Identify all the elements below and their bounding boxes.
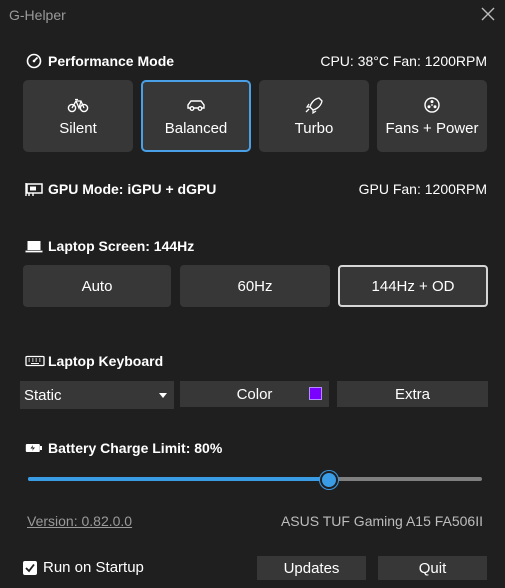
close-icon[interactable] <box>478 4 498 24</box>
chevron-down-icon <box>159 393 167 398</box>
refresh-60hz-button[interactable]: 60Hz <box>180 265 330 307</box>
cpu-status: CPU: 38°C Fan: 1200RPM <box>320 53 487 69</box>
laptop-screen-heading: Laptop Screen: 144Hz <box>25 238 194 254</box>
balanced-label: Balanced <box>164 119 228 137</box>
gpu-fan-status: GPU Fan: 1200RPM <box>358 181 487 197</box>
gpu-mode-title: GPU Mode: iGPU + dGPU <box>48 181 217 197</box>
battery-icon <box>25 440 43 456</box>
slider-thumb[interactable] <box>319 471 338 489</box>
refresh-144hz-od-button[interactable]: 144Hz + OD <box>338 265 488 307</box>
battery-limit-slider[interactable] <box>28 470 482 489</box>
laptop-keyboard-title: Laptop Keyboard <box>48 353 164 369</box>
run-on-startup-label: Run on Startup <box>43 559 144 576</box>
gpu-card-icon <box>25 181 43 197</box>
refresh-auto-button[interactable]: Auto <box>23 265 171 307</box>
checkbox-check-icon[interactable] <box>23 560 37 575</box>
title-bar: G-Helper <box>0 0 505 32</box>
balanced-mode-button[interactable]: Balanced <box>141 80 251 152</box>
device-model: ASUS TUF Gaming A15 FA506II <box>280 513 483 529</box>
keyboard-mode-value: Static <box>24 386 62 404</box>
version-link[interactable]: Version: 0.82.0.0 <box>27 513 132 529</box>
window-title: G-Helper <box>9 7 66 23</box>
silent-label: Silent <box>59 119 97 137</box>
turbo-mode-button[interactable]: Turbo <box>259 80 369 152</box>
fans-power-button[interactable]: Fans + Power <box>377 80 487 152</box>
fans-power-label: Fans + Power <box>385 119 479 137</box>
rocket-icon <box>303 96 325 114</box>
laptop-keyboard-heading: Laptop Keyboard <box>25 353 163 369</box>
gauge-icon <box>25 53 43 69</box>
battery-title: Battery Charge Limit: 80% <box>48 440 223 456</box>
keyboard-mode-select[interactable]: Static <box>20 381 174 409</box>
fan-icon <box>421 96 443 114</box>
keyboard-color-label: Color <box>236 385 273 403</box>
color-swatch <box>309 387 322 400</box>
updates-button[interactable]: Updates <box>257 556 366 580</box>
performance-mode-heading: Performance Mode <box>25 53 174 69</box>
keyboard-color-button[interactable]: Color <box>180 381 329 407</box>
slider-fill <box>28 477 328 481</box>
turbo-label: Turbo <box>294 119 334 137</box>
run-on-startup-checkbox[interactable]: Run on Startup <box>23 559 144 576</box>
laptop-screen-title: Laptop Screen: 144Hz <box>48 238 195 254</box>
gpu-mode-heading: GPU Mode: iGPU + dGPU <box>25 181 216 197</box>
laptop-icon <box>25 238 43 254</box>
silent-mode-button[interactable]: Silent <box>23 80 133 152</box>
bicycle-icon <box>67 96 89 114</box>
quit-button[interactable]: Quit <box>378 556 487 580</box>
keyboard-extra-button[interactable]: Extra <box>337 381 488 407</box>
keyboard-icon <box>25 353 45 369</box>
performance-mode-title: Performance Mode <box>48 53 175 69</box>
car-icon <box>185 96 207 114</box>
battery-heading: Battery Charge Limit: 80% <box>25 440 222 456</box>
